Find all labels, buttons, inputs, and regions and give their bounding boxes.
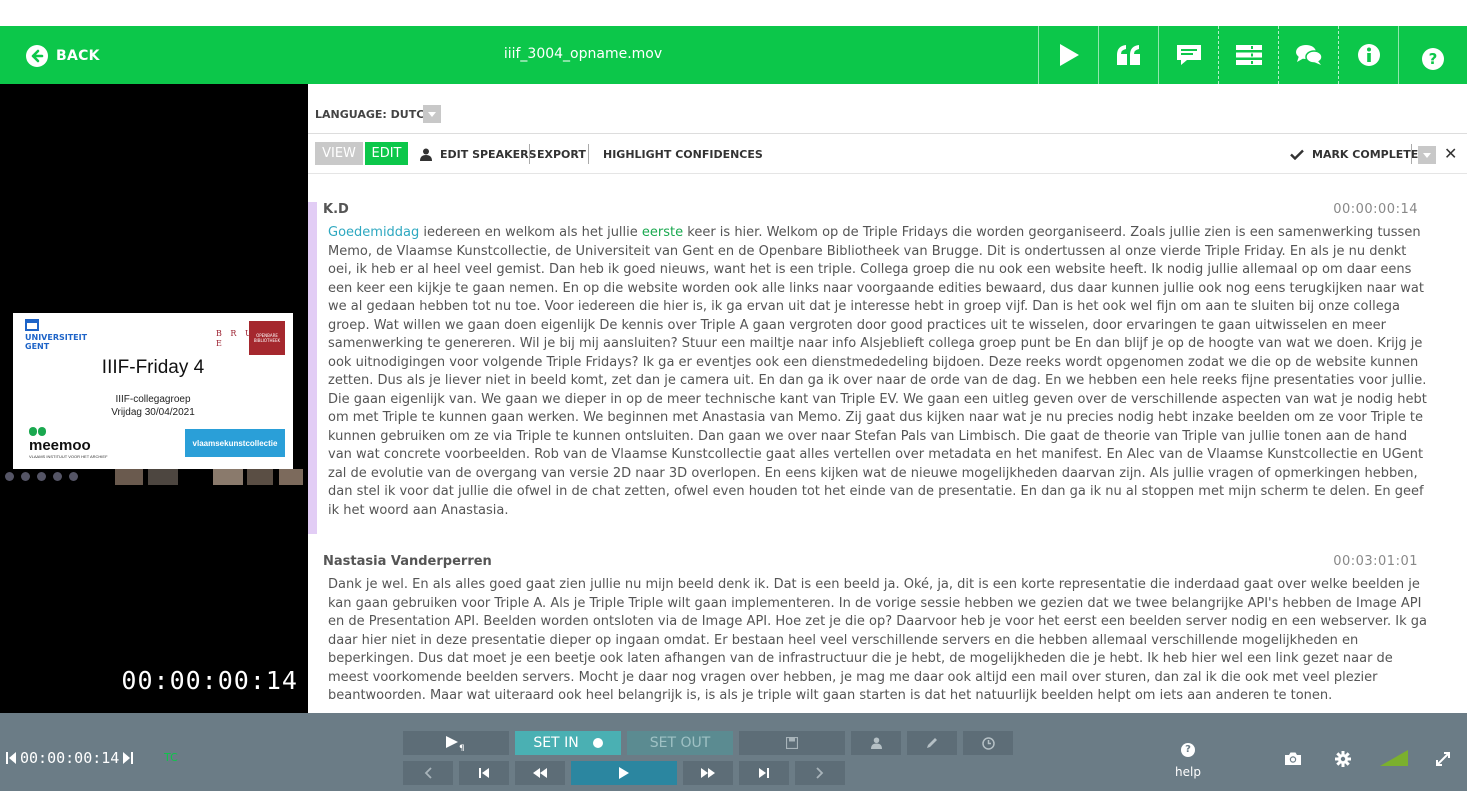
confidence-word[interactable]: eerste	[642, 225, 683, 240]
user-icon	[870, 737, 882, 749]
segment-text[interactable]: Goedemiddag iedereen en welkom als het j…	[328, 224, 1433, 520]
comments-icon	[1295, 45, 1323, 65]
next-button[interactable]	[795, 761, 845, 785]
clock-icon	[981, 736, 995, 750]
layout-button[interactable]	[1218, 26, 1278, 84]
confidence-word[interactable]: Goedemiddag	[328, 225, 419, 240]
layout-icon	[1235, 45, 1262, 65]
current-timecode: 00:00:00:14	[20, 749, 120, 767]
save-button[interactable]	[739, 731, 845, 755]
file-title: iiif_3004_opname.mov	[503, 46, 663, 62]
editor-toolbar: VIEW EDIT EDIT SPEAKERS EXPORT HIGHLIGHT…	[308, 134, 1467, 174]
slide-title: IIIF-Friday 4	[101, 357, 205, 378]
subtitle-button[interactable]	[1158, 26, 1218, 84]
rewind-icon	[533, 768, 547, 778]
subtitle-icon	[1176, 45, 1201, 65]
video-player[interactable]: UNIVERSITEIT GENT B R U G G E OPENBARE B…	[0, 84, 308, 713]
skip-forward-icon	[759, 768, 769, 778]
library-logo: OPENBARE BIBLIOTHEEK	[249, 321, 285, 355]
checkmark-icon	[1290, 149, 1304, 160]
skip-start-icon[interactable]	[6, 752, 16, 764]
participant-thumbnails	[3, 468, 305, 486]
meemoo-logo: meemoo VLAAMS INSTITUUT VOOR HET ARCHIEF	[29, 427, 108, 459]
fast-forward-icon	[701, 768, 715, 778]
video-frame-slide: UNIVERSITEIT GENT B R U G G E OPENBARE B…	[13, 313, 293, 469]
slide-subtitle: IIIF-collegagroep Vrijdag 30/04/2021	[111, 394, 195, 418]
fast-forward-button[interactable]	[683, 761, 733, 785]
vkc-logo: vlaamsekunstcollectie	[185, 429, 285, 457]
playback-controls: 00:00:00:14 TC ¶ SET IN SET OUT ? help	[0, 713, 1467, 791]
chevron-left-icon	[424, 767, 432, 779]
app-header: BACK iiif_3004_opname.mov ?	[0, 26, 1467, 84]
options-dropdown[interactable]	[1418, 146, 1436, 164]
bottom-margin	[0, 791, 1467, 803]
svg-text:¶: ¶	[459, 744, 465, 751]
play-icon	[619, 767, 629, 779]
speaker-name[interactable]: Nastasia Vanderperren	[323, 554, 492, 569]
highlight-confidences-button[interactable]: HIGHLIGHT CONFIDENCES	[603, 134, 763, 174]
transcript-segment[interactable]: K.D 00:00:00:14 Goedemiddag iedereen en …	[308, 202, 1443, 534]
set-in-button[interactable]: SET IN	[515, 731, 621, 755]
quote-button[interactable]	[1098, 26, 1158, 84]
language-dropdown[interactable]	[423, 105, 441, 123]
fullscreen-icon[interactable]	[1436, 752, 1450, 766]
chevron-right-icon	[816, 767, 824, 779]
language-bar: LANGUAGE: DUTCH	[308, 84, 1467, 134]
play-pause-button[interactable]	[571, 761, 677, 785]
ugent-logo: UNIVERSITEIT GENT	[25, 319, 87, 351]
video-timecode: 00:00:00:14	[121, 666, 298, 695]
question-icon: ?	[1181, 743, 1195, 757]
transcript-editor: LANGUAGE: DUTCH VIEW EDIT EDIT SPEAKERS …	[308, 84, 1467, 713]
prev-button[interactable]	[403, 761, 453, 785]
play-paragraph-icon: ¶	[446, 736, 465, 751]
mark-complete-button[interactable]: MARK COMPLETE	[1290, 134, 1418, 174]
edit-mode-button[interactable]: EDIT	[365, 142, 408, 165]
segment-active-bar	[308, 202, 317, 534]
transcript-segment[interactable]: Nastasia Vanderperren 00:03:01:01 Dank j…	[308, 554, 1443, 713]
timer-button[interactable]	[963, 731, 1013, 755]
help-link[interactable]: ? help	[1170, 743, 1206, 779]
play-pilcrow-button[interactable]: ¶	[403, 731, 509, 755]
edit-button[interactable]	[907, 731, 957, 755]
set-out-button[interactable]: SET OUT	[627, 731, 733, 755]
set-in-indicator-icon	[592, 738, 603, 748]
volume-level-icon[interactable]	[1380, 750, 1408, 766]
settings-gear-icon[interactable]	[1335, 751, 1351, 767]
segment-timestamp[interactable]: 00:00:00:14	[1333, 202, 1418, 217]
skip-end-icon[interactable]	[123, 752, 134, 764]
timecode-format-toggle[interactable]: TC	[164, 751, 178, 764]
view-mode-button[interactable]: VIEW	[315, 142, 363, 165]
play-icon	[1059, 44, 1079, 66]
speaker-button[interactable]	[851, 731, 901, 755]
save-icon	[786, 737, 798, 749]
camera-icon[interactable]	[1284, 751, 1302, 766]
play-button[interactable]	[1038, 26, 1098, 84]
close-icon[interactable]: ✕	[1444, 144, 1457, 163]
user-icon	[420, 148, 432, 161]
transcript-list: K.D 00:00:00:14 Goedemiddag iedereen en …	[308, 174, 1467, 713]
info-icon	[1357, 44, 1380, 66]
pencil-icon	[927, 738, 937, 748]
edit-speakers-button[interactable]: EDIT SPEAKERS	[420, 134, 537, 174]
skip-back-button[interactable]	[459, 761, 509, 785]
timecode-display: 00:00:00:14	[6, 749, 134, 767]
help-icon: ?	[1422, 48, 1444, 70]
top-margin	[0, 0, 1467, 26]
speaker-name[interactable]: K.D	[323, 202, 349, 217]
comments-button[interactable]	[1278, 26, 1338, 84]
skip-back-icon	[479, 768, 489, 778]
rewind-button[interactable]	[515, 761, 565, 785]
skip-forward-button[interactable]	[739, 761, 789, 785]
segment-timestamp[interactable]: 00:03:01:01	[1333, 554, 1418, 569]
help-button[interactable]: ?	[1398, 26, 1467, 84]
quote-icon	[1116, 45, 1140, 65]
segment-text[interactable]: Dank je wel. En als alles goed gaat zien…	[328, 576, 1433, 706]
export-button[interactable]: EXPORT	[537, 134, 586, 174]
info-button[interactable]	[1338, 26, 1398, 84]
language-label: LANGUAGE: DUTCH	[315, 108, 434, 121]
svg-text:?: ?	[1429, 50, 1438, 68]
